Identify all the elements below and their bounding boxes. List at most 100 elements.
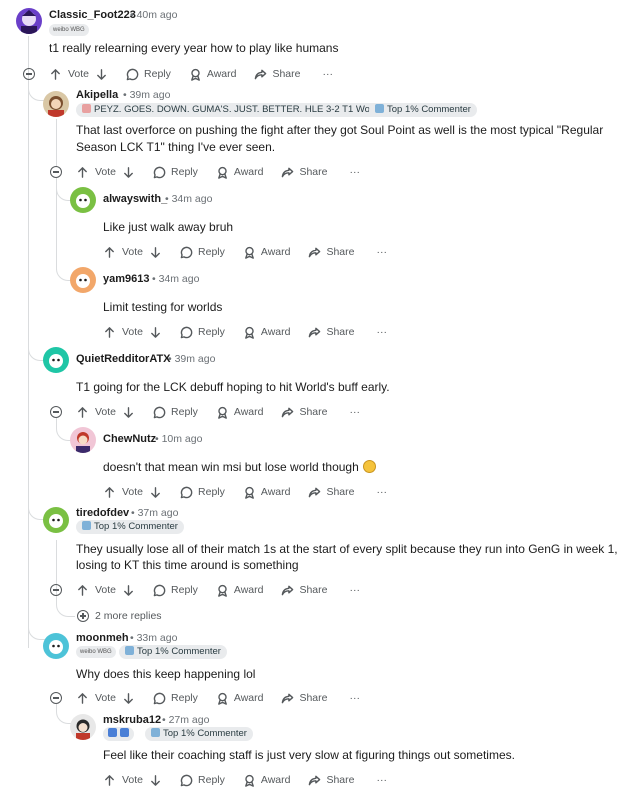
share-button[interactable]: Share xyxy=(308,326,355,339)
reply-button[interactable]: Reply xyxy=(180,486,225,499)
award-button[interactable]: Award xyxy=(243,326,290,339)
username[interactable]: Classic_Foot223 xyxy=(49,9,136,21)
more-options-button[interactable]: ··· xyxy=(323,68,334,80)
share-button[interactable]: Share xyxy=(281,584,328,597)
more-options-button[interactable]: ··· xyxy=(350,406,361,418)
username[interactable]: yam9613 xyxy=(103,273,150,285)
downvote-icon[interactable] xyxy=(122,166,135,179)
award-button[interactable]: Award xyxy=(243,486,290,499)
timestamp: • 34m ago xyxy=(152,273,200,285)
award-button[interactable]: Award xyxy=(243,774,290,787)
vote-label: Vote xyxy=(95,692,117,704)
username[interactable]: moonmeh xyxy=(76,632,129,644)
share-button[interactable]: Share xyxy=(254,68,301,81)
award-button[interactable]: Award xyxy=(243,246,290,259)
award-icon xyxy=(244,246,254,259)
share-button[interactable]: Share xyxy=(308,246,355,259)
downvote-icon[interactable] xyxy=(122,406,135,419)
more-options-button[interactable]: ··· xyxy=(350,692,361,704)
upvote-icon[interactable] xyxy=(76,692,89,705)
avatar[interactable] xyxy=(70,267,96,293)
downvote-icon[interactable] xyxy=(122,692,135,705)
award-button[interactable]: Award xyxy=(216,166,263,179)
award-button[interactable]: Award xyxy=(189,68,236,81)
timestamp: • 39m ago xyxy=(123,89,171,101)
share-button[interactable]: Share xyxy=(281,692,328,705)
share-icon xyxy=(282,167,294,177)
username[interactable]: QuietRedditorATX xyxy=(76,353,171,365)
award-icon xyxy=(190,68,200,81)
upvote-icon[interactable] xyxy=(76,406,89,419)
share-button[interactable]: Share xyxy=(308,486,355,499)
reply-button[interactable]: Reply xyxy=(180,326,225,339)
upvote-icon[interactable] xyxy=(76,166,89,179)
username[interactable]: mskruba12 xyxy=(103,714,161,726)
avatar[interactable] xyxy=(16,8,42,34)
avatar[interactable] xyxy=(43,633,69,659)
reply-button[interactable]: Reply xyxy=(180,774,225,787)
downvote-icon[interactable] xyxy=(149,486,162,499)
comment-body: Feel like their coaching staff is just v… xyxy=(103,748,515,762)
comment-body: Like just walk away bruh xyxy=(103,220,234,234)
avatar[interactable] xyxy=(43,91,69,117)
downvote-icon[interactable] xyxy=(149,774,162,787)
username[interactable]: tiredofdev xyxy=(76,507,129,519)
collapse-thread-button[interactable] xyxy=(50,584,62,596)
top-commenter-badge: Top 1% Commenter xyxy=(145,727,253,741)
avatar[interactable] xyxy=(43,347,69,373)
downvote-icon[interactable] xyxy=(149,326,162,339)
award-button[interactable]: Award xyxy=(216,692,263,705)
share-button[interactable]: Share xyxy=(308,774,355,787)
comment-actions: Vote Reply Award Share ··· xyxy=(103,244,387,260)
reply-button[interactable]: Reply xyxy=(126,68,171,81)
reply-button[interactable]: Reply xyxy=(180,246,225,259)
share-button[interactable]: Share xyxy=(281,406,328,419)
share-button[interactable]: Share xyxy=(281,166,328,179)
avatar[interactable] xyxy=(70,714,96,740)
username[interactable]: alwayswith_ xyxy=(103,193,167,205)
collapse-thread-button[interactable] xyxy=(50,166,62,178)
upvote-icon[interactable] xyxy=(103,486,116,499)
reply-button[interactable]: Reply xyxy=(153,406,198,419)
comment-body: t1 really relearning every year how to p… xyxy=(49,41,339,55)
downvote-icon[interactable] xyxy=(122,584,135,597)
more-replies-button[interactable]: 2 more replies xyxy=(77,610,162,622)
collapse-thread-button[interactable] xyxy=(23,68,35,80)
share-icon xyxy=(309,487,321,497)
upvote-icon[interactable] xyxy=(76,584,89,597)
avatar[interactable] xyxy=(70,187,96,213)
collapse-thread-button[interactable] xyxy=(50,406,62,418)
downvote-icon[interactable] xyxy=(149,246,162,259)
upvote-icon[interactable] xyxy=(103,774,116,787)
thread-connector xyxy=(56,596,75,617)
more-options-button[interactable]: ··· xyxy=(377,246,388,258)
upvote-icon[interactable] xyxy=(103,246,116,259)
timestamp: • 33m ago xyxy=(130,632,178,644)
reply-button[interactable]: Reply xyxy=(153,692,198,705)
more-options-button[interactable]: ··· xyxy=(377,486,388,498)
upvote-icon[interactable] xyxy=(49,68,62,81)
share-icon xyxy=(282,693,294,703)
more-options-button[interactable]: ··· xyxy=(377,326,388,338)
upvote-icon[interactable] xyxy=(103,326,116,339)
collapse-thread-button[interactable] xyxy=(50,692,62,704)
more-options-button[interactable]: ··· xyxy=(350,584,361,596)
reply-button[interactable]: Reply xyxy=(153,584,198,597)
more-options-button[interactable]: ··· xyxy=(350,166,361,178)
award-button[interactable]: Award xyxy=(216,406,263,419)
username[interactable]: Akipella xyxy=(76,89,118,101)
award-icon xyxy=(244,326,254,339)
comment-actions: Vote Reply Award Share ··· xyxy=(49,66,333,82)
vote-label: Vote xyxy=(122,486,144,498)
top-commenter-badge: Top 1% Commenter xyxy=(369,103,477,117)
award-button[interactable]: Award xyxy=(216,584,263,597)
award-icon xyxy=(217,692,227,705)
avatar[interactable] xyxy=(43,507,69,533)
comment-body-line: losing to KT this time around is somethi… xyxy=(76,558,299,572)
downvote-icon[interactable] xyxy=(95,68,108,81)
username[interactable]: ChewNutz xyxy=(103,433,156,445)
team-logo-icon xyxy=(120,728,129,737)
avatar[interactable] xyxy=(70,427,96,453)
more-options-button[interactable]: ··· xyxy=(377,774,388,786)
reply-button[interactable]: Reply xyxy=(153,166,198,179)
